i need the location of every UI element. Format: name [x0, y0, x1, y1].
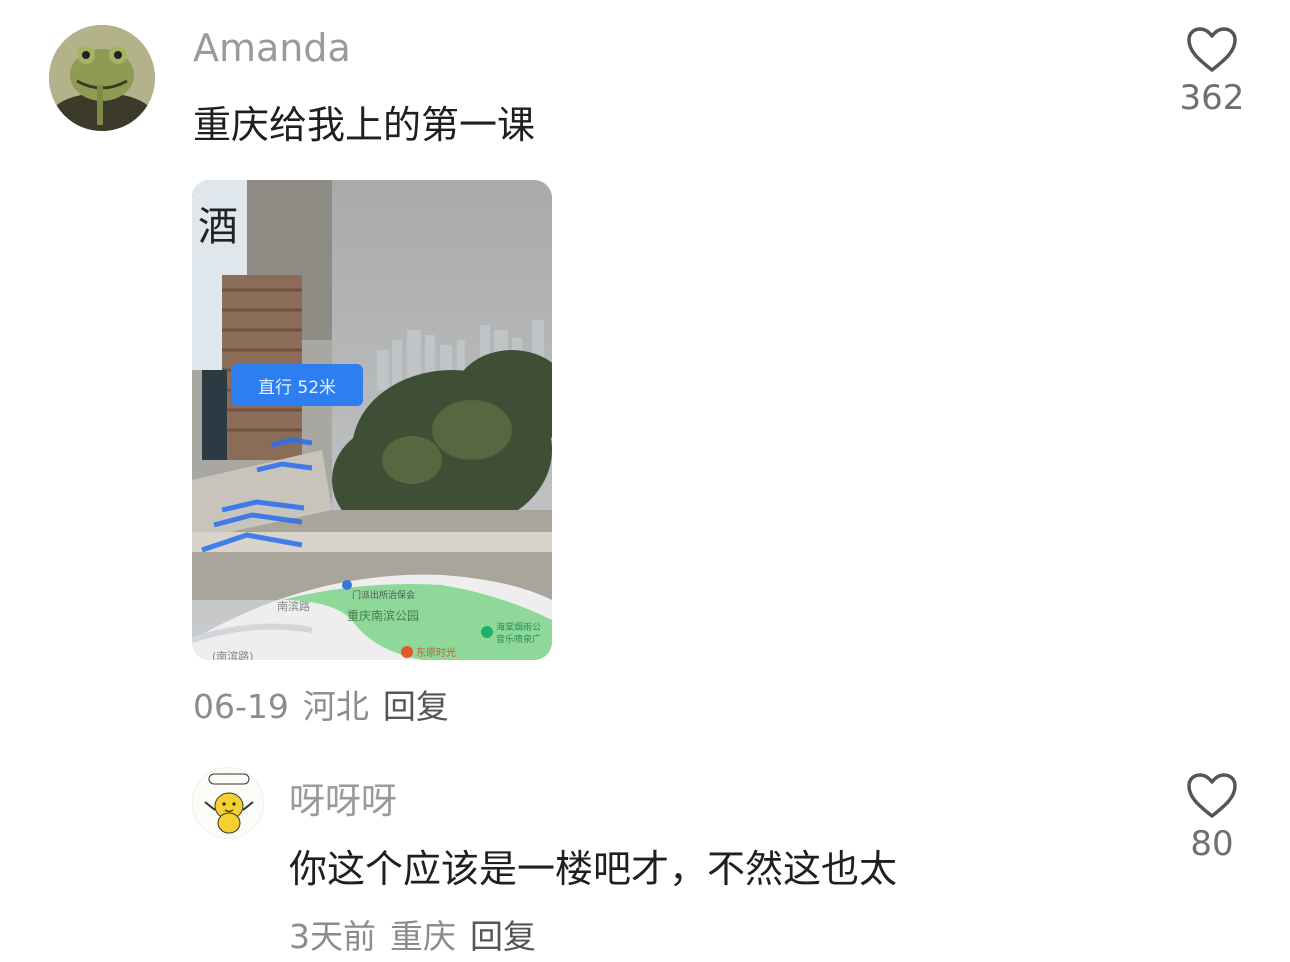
like-button[interactable]: 80: [1172, 772, 1252, 864]
comment-date: 06-19: [193, 687, 289, 726]
svg-text:海棠烟雨公: 海棠烟雨公: [496, 621, 541, 633]
comment-username[interactable]: 呀呀呀: [289, 772, 397, 824]
ar-nav-banner: 直行 52米: [231, 364, 363, 406]
like-count: 362: [1179, 78, 1245, 118]
heart-outline-icon[interactable]: [1186, 26, 1238, 74]
comment-username[interactable]: Amanda: [193, 26, 351, 70]
reply-button[interactable]: 回复: [470, 917, 536, 956]
comment-meta: 3天前 重庆 回复: [289, 910, 550, 958]
svg-text:酒: 酒: [198, 204, 238, 250]
heart-outline-icon[interactable]: [1186, 772, 1238, 820]
like-button[interactable]: 362: [1172, 26, 1252, 118]
reply-button[interactable]: 回复: [383, 687, 449, 726]
comment-meta: 06-19 河北 回复: [193, 680, 463, 728]
svg-text:门派出所治保会: 门派出所治保会: [352, 589, 415, 601]
map-label-park: 重庆南滨公园: [347, 608, 419, 623]
avatar[interactable]: [49, 25, 155, 131]
comment-date: 3天前: [289, 917, 376, 956]
svg-text:(南滨路): (南滨路): [212, 649, 254, 660]
svg-text:音乐喷泉广: 音乐喷泉广: [496, 633, 541, 645]
comment-location: 河北: [302, 687, 369, 726]
svg-text:东原时光: 东原时光: [416, 646, 456, 659]
comment-location: 重庆: [390, 917, 456, 956]
comment-image[interactable]: 酒 重庆南滨公园 门派出所治保会 南滨路 (南滨路) 东原时光 海棠烟雨公 音乐…: [192, 180, 552, 660]
like-count: 80: [1190, 824, 1234, 864]
svg-text:南滨路: 南滨路: [277, 599, 310, 613]
comment-text: 重庆给我上的第一课: [193, 103, 536, 147]
avatar[interactable]: [192, 767, 264, 839]
comment-text: 你这个应该是一楼吧才，不然这也太: [289, 847, 898, 891]
